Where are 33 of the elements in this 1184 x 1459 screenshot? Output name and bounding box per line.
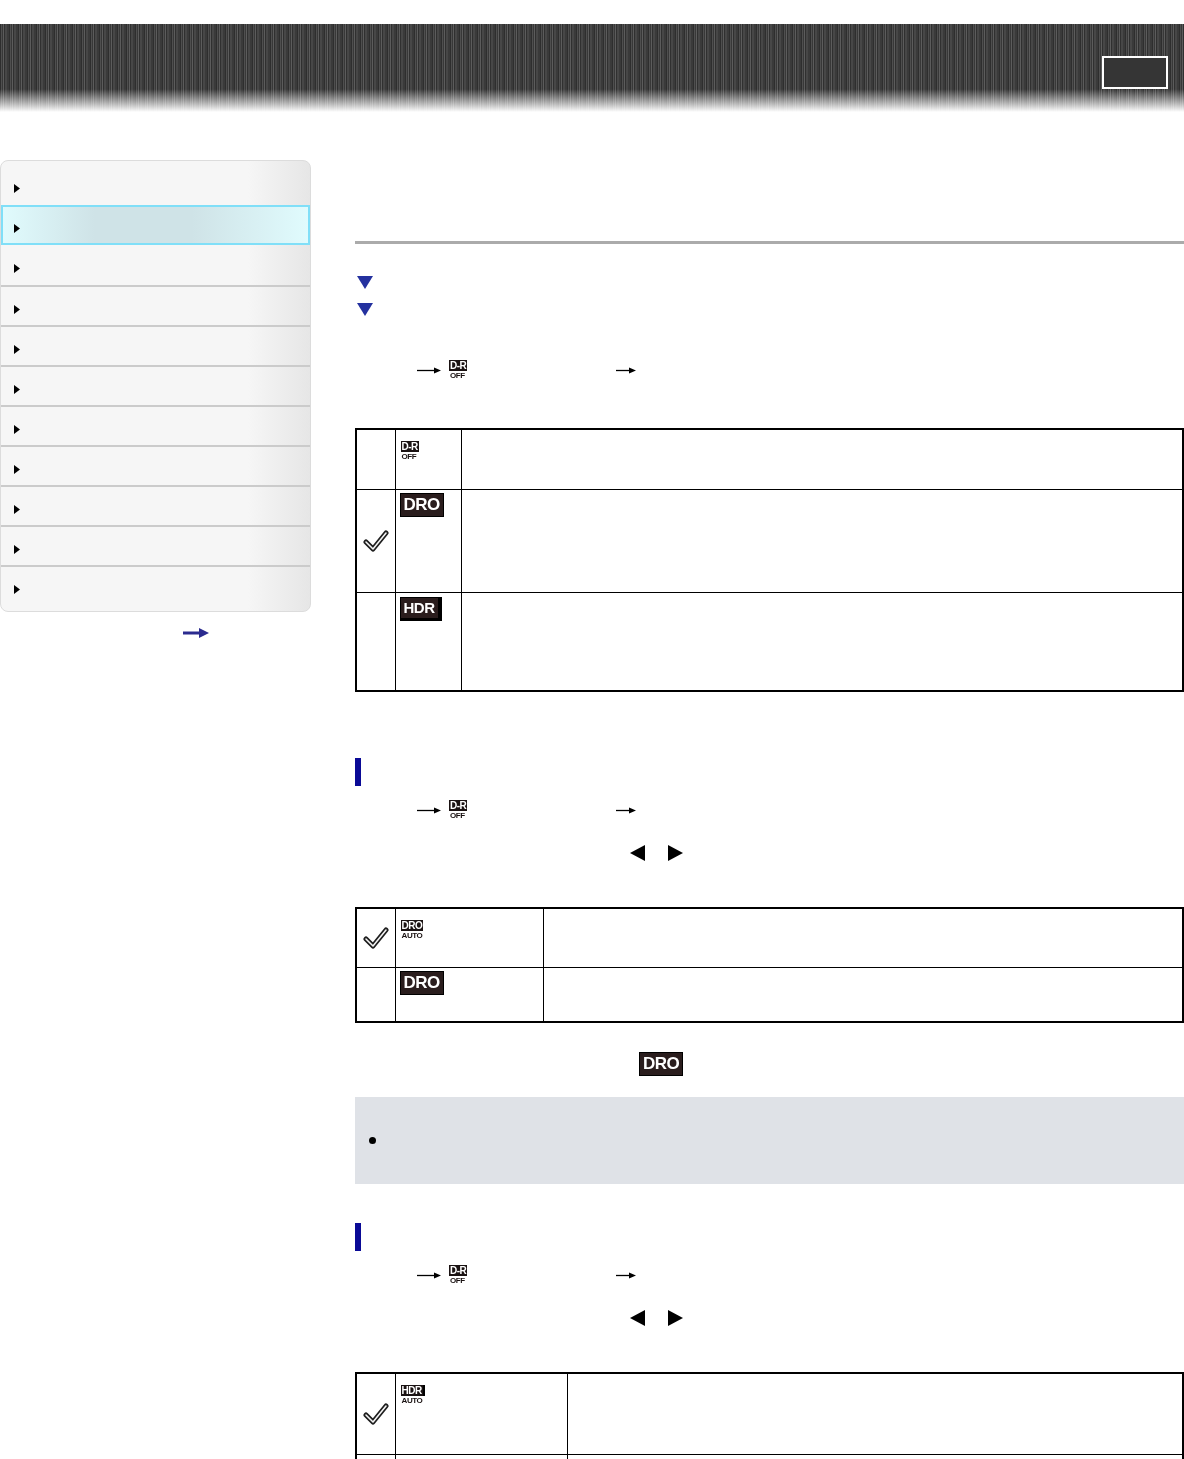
triangle-icon — [14, 504, 20, 514]
sidebar-item[interactable] — [1, 205, 310, 245]
right-triangle-icon — [668, 845, 683, 861]
right-arrow-icon — [616, 1271, 637, 1279]
triangle-icon — [14, 183, 20, 193]
right-arrow-icon — [417, 366, 441, 374]
dro-icon: DRO — [400, 971, 443, 994]
triangle-icon — [14, 223, 20, 233]
triangle-icon — [14, 263, 20, 273]
triangle-icon — [14, 544, 20, 554]
dro-icon: DRO — [640, 1053, 683, 1075]
heading-marker-icon — [355, 758, 361, 786]
triangle-icon — [14, 584, 20, 594]
triangle-icon — [14, 344, 20, 354]
triangle-icon — [14, 464, 20, 474]
bullet-icon — [369, 1137, 376, 1144]
dro-icon: DRO — [400, 493, 443, 516]
hdr-icon: HDR — [400, 597, 441, 620]
right-arrow-icon — [616, 366, 637, 374]
right-arrow-icon — [616, 806, 637, 814]
triangle-icon — [14, 384, 20, 394]
down-triangle-icon[interactable] — [357, 276, 373, 289]
left-triangle-icon — [630, 845, 645, 861]
left-triangle-icon — [630, 1310, 645, 1326]
right-arrow-icon — [417, 806, 441, 814]
right-arrow-icon — [417, 1271, 441, 1279]
heading-marker-icon — [355, 1223, 361, 1251]
header-button[interactable] — [1102, 56, 1168, 89]
triangle-icon — [14, 424, 20, 434]
right-triangle-icon — [668, 1310, 683, 1326]
right-arrow-icon[interactable] — [183, 628, 209, 638]
triangle-icon — [14, 304, 20, 314]
down-triangle-icon[interactable] — [357, 303, 373, 316]
